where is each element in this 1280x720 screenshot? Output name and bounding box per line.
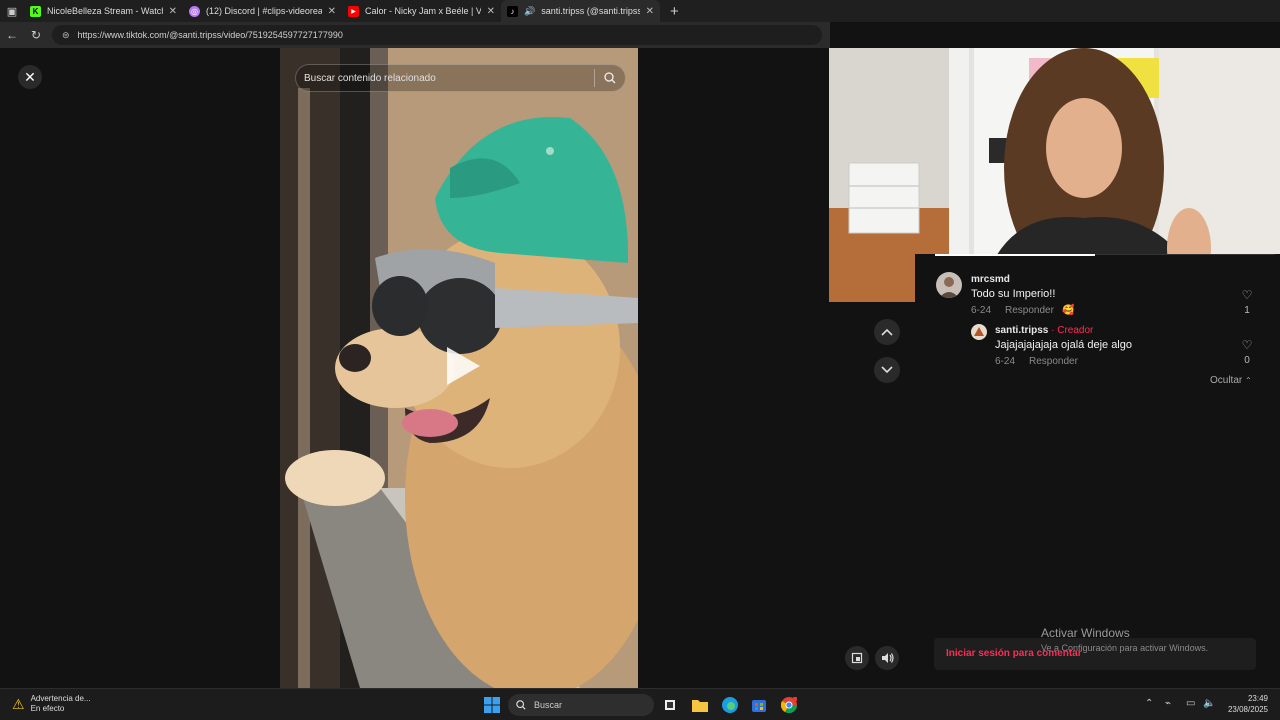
back-arrow-icon[interactable]: ←	[0, 22, 24, 48]
discord-favicon-icon: ◎	[189, 5, 200, 17]
reload-icon[interactable]: ↻	[24, 22, 48, 48]
creator-badge: · Creador	[1048, 325, 1094, 336]
windows-taskbar: ⚠ Advertencia de... En efecto Buscar ⌃ ⌁…	[0, 688, 1280, 720]
show-hidden-icons-chevron-icon[interactable]: ⌃	[1145, 698, 1153, 709]
comment-date: 6-24	[971, 305, 992, 316]
system-clock[interactable]: 23:49 23/08/2025	[1222, 693, 1268, 715]
like-count: 0	[1244, 355, 1250, 366]
search-icon[interactable]	[603, 71, 617, 85]
speaker-tray-icon[interactable]: 🔈	[1203, 698, 1215, 709]
heart-icon[interactable]: ♡	[1239, 338, 1255, 352]
reply-date: 6-24	[995, 356, 1016, 367]
file-explorer-icon[interactable]	[690, 695, 710, 715]
comments-panel: mrcsmd Todo su Imperio!! 6-24 Responder …	[915, 254, 1280, 688]
taskbar-search[interactable]: Buscar	[508, 694, 654, 716]
close-tab-icon[interactable]: ✕	[328, 6, 336, 17]
windows-activation-title: Activar Windows	[1041, 626, 1130, 640]
close-tab-icon[interactable]: ✕	[487, 6, 495, 17]
tiktok-favicon-icon: ♪	[507, 5, 518, 17]
avatar[interactable]	[936, 272, 962, 298]
reply-text: Jajajajajajaja ojalá deje algo	[995, 339, 1132, 351]
tab-title: Calor - Nicky Jam x Beéle | Video	[365, 6, 481, 16]
reply-meta: 6-24 Responder	[995, 356, 1078, 367]
youtube-favicon-icon: ▶	[348, 5, 359, 17]
url-bar[interactable]: ⊜ https://www.tiktok.com/@santi.tripss/v…	[52, 25, 822, 45]
taskbar-search-label: Buscar	[534, 700, 563, 710]
tab-title: santi.tripss (@santi.tripss) | T	[541, 6, 640, 16]
comment-text: Todo su Imperio!!	[971, 288, 1056, 300]
new-tab-button[interactable]: +	[660, 3, 689, 20]
pip-icon[interactable]	[845, 646, 869, 670]
reply-button[interactable]: Responder	[1005, 305, 1054, 316]
search-divider	[594, 69, 595, 87]
reply-username[interactable]: santi.tripss · Creador	[995, 325, 1093, 336]
window-menu-icon[interactable]: ▣	[0, 0, 24, 22]
tab-discord[interactable]: ◎ (12) Discord | #clips-videoreaccio ✕	[183, 0, 342, 22]
display-icon[interactable]: ▭	[1186, 698, 1195, 709]
kick-favicon-icon: K	[30, 5, 41, 17]
chrome-icon[interactable]	[779, 695, 799, 715]
chevron-up-icon: ⌃	[1245, 376, 1252, 385]
avatar[interactable]	[971, 324, 987, 340]
warning-title: Advertencia de...	[30, 694, 91, 703]
warning-subtitle: En efecto	[30, 704, 65, 713]
address-bar-row: ← ↻ ⊜ https://www.tiktok.com/@santi.trip…	[0, 22, 830, 48]
close-tab-icon[interactable]: ✕	[646, 6, 654, 17]
speaker-icon: 🔊	[524, 5, 536, 16]
next-video-button[interactable]	[874, 357, 900, 383]
login-to-comment-link[interactable]: Iniciar sesión para comentar	[946, 648, 1082, 659]
volume-icon[interactable]	[875, 646, 899, 670]
video-player[interactable]: Buscar contenido relacionado	[280, 48, 638, 688]
start-windows-icon[interactable]	[482, 695, 502, 715]
url-text: https://www.tiktok.com/@santi.tripss/vid…	[77, 30, 343, 40]
comment-meta: 6-24 Responder 🥰	[971, 305, 1074, 316]
network-icon[interactable]: ⌁	[1165, 698, 1171, 709]
clock-time: 23:49	[1247, 694, 1268, 703]
creator-liked-emoji: 🥰	[1061, 305, 1075, 316]
screen: ▣ K NicoleBelleza Stream - Watch Liv ✕ ◎…	[0, 0, 1280, 720]
task-view-icon[interactable]	[660, 695, 680, 715]
previous-video-button[interactable]	[874, 319, 900, 345]
warning-icon: ⚠	[12, 695, 25, 712]
tab-tiktok[interactable]: ♪ 🔊 santi.tripss (@santi.tripss) | T ✕	[501, 0, 660, 22]
comment-username[interactable]: mrcsmd	[971, 274, 1010, 285]
search-icon	[516, 700, 526, 710]
close-icon[interactable]: ✕	[18, 65, 42, 89]
like-count: 1	[1244, 305, 1250, 316]
tab-kick[interactable]: K NicoleBelleza Stream - Watch Liv ✕	[24, 0, 183, 22]
site-info-icon[interactable]: ⊜	[62, 30, 70, 41]
reply-button[interactable]: Responder	[1029, 356, 1078, 367]
close-tab-icon[interactable]: ✕	[169, 6, 177, 17]
hide-label: Ocultar	[1210, 375, 1243, 386]
reply-username-text: santi.tripss	[995, 325, 1049, 336]
browser-tab-bar: ▣ K NicoleBelleza Stream - Watch Liv ✕ ◎…	[0, 0, 1280, 22]
tab-title: (12) Discord | #clips-videoreaccio	[206, 6, 322, 16]
hide-replies-button[interactable]: Ocultar ⌃	[1210, 375, 1252, 386]
related-search-bar[interactable]: Buscar contenido relacionado	[295, 64, 626, 92]
search-input[interactable]: Buscar contenido relacionado	[304, 73, 586, 84]
weather-warning-widget[interactable]: ⚠ Advertencia de... En efecto	[12, 694, 91, 714]
edge-browser-icon[interactable]	[720, 695, 740, 715]
progress-fill	[935, 254, 1095, 256]
store-icon[interactable]	[749, 695, 769, 715]
tab-title: NicoleBelleza Stream - Watch Liv	[47, 6, 163, 16]
clock-date: 23/08/2025	[1227, 705, 1268, 714]
tab-youtube[interactable]: ▶ Calor - Nicky Jam x Beéle | Video ✕	[342, 0, 501, 22]
play-icon[interactable]	[443, 344, 483, 388]
heart-icon[interactable]: ♡	[1239, 288, 1255, 302]
